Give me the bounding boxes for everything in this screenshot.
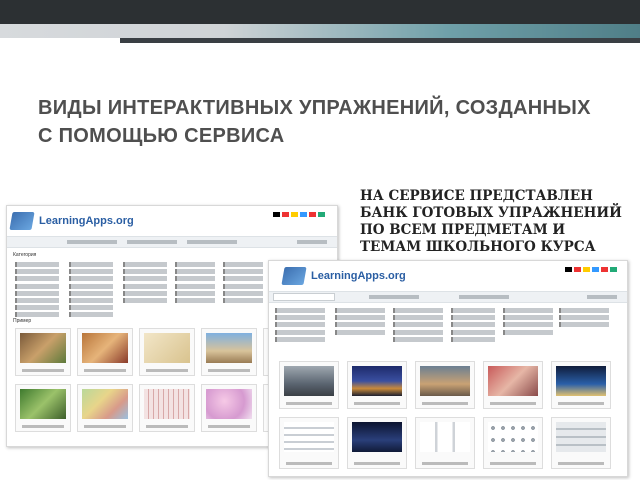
category-column-1[interactable] — [15, 262, 59, 320]
logo-text: LearningApps.org — [308, 269, 409, 283]
logo-icon — [9, 212, 35, 230]
thumbnail[interactable] — [77, 384, 133, 432]
category-column-5[interactable] — [503, 308, 553, 337]
learningapps-logo: LearningApps.org — [9, 212, 137, 230]
category-column-2[interactable] — [69, 262, 113, 320]
site-toolbar[interactable] — [269, 291, 627, 303]
thumbnail[interactable] — [77, 328, 133, 376]
thumbnail[interactable] — [201, 328, 257, 376]
top-gradient-stripe — [0, 24, 640, 38]
thumbnail[interactable] — [201, 384, 257, 432]
thumbnail[interactable] — [347, 417, 407, 469]
thumbnail[interactable] — [483, 417, 543, 469]
category-label: Категория — [13, 252, 37, 258]
slide-note: На сервисе представлен банк готовых упра… — [360, 188, 622, 255]
top-dark-stripe — [120, 38, 640, 43]
thumbnail[interactable] — [551, 417, 611, 469]
thumbnail[interactable] — [279, 417, 339, 469]
top-dark-band — [0, 0, 640, 24]
category-column-2[interactable] — [335, 308, 385, 337]
thumbnail[interactable] — [15, 328, 71, 376]
example-label: Пример — [13, 318, 32, 324]
site-toolbar[interactable] — [7, 236, 337, 248]
logo-icon — [281, 267, 307, 285]
thumbnail[interactable] — [347, 361, 407, 409]
thumbnail[interactable] — [279, 361, 339, 409]
language-flags[interactable] — [273, 212, 325, 218]
thumbnail[interactable] — [551, 361, 611, 409]
category-column-5[interactable] — [223, 262, 263, 305]
category-column-4[interactable] — [175, 262, 215, 305]
thumbnail[interactable] — [139, 328, 195, 376]
learningapps-logo-2: LearningApps.org — [281, 267, 409, 285]
logo-text: LearningApps.org — [36, 214, 137, 228]
thumbnail[interactable] — [415, 417, 475, 469]
slide-title: Виды интерактивных упражнений, созданных… — [38, 97, 591, 147]
learningapps-screenshot-category: LearningApps.org — [268, 260, 628, 477]
thumbnail[interactable] — [415, 361, 475, 409]
category-column-6[interactable] — [559, 308, 609, 330]
category-column-3[interactable] — [123, 262, 167, 305]
thumbnail[interactable] — [15, 384, 71, 432]
category-column-3[interactable] — [393, 308, 443, 344]
category-column-4[interactable] — [451, 308, 495, 344]
thumbnail[interactable] — [139, 384, 195, 432]
category-column-1[interactable] — [275, 308, 325, 344]
exercise-thumbnails[interactable] — [279, 361, 611, 469]
thumbnail[interactable] — [483, 361, 543, 409]
language-flags[interactable] — [565, 267, 617, 273]
